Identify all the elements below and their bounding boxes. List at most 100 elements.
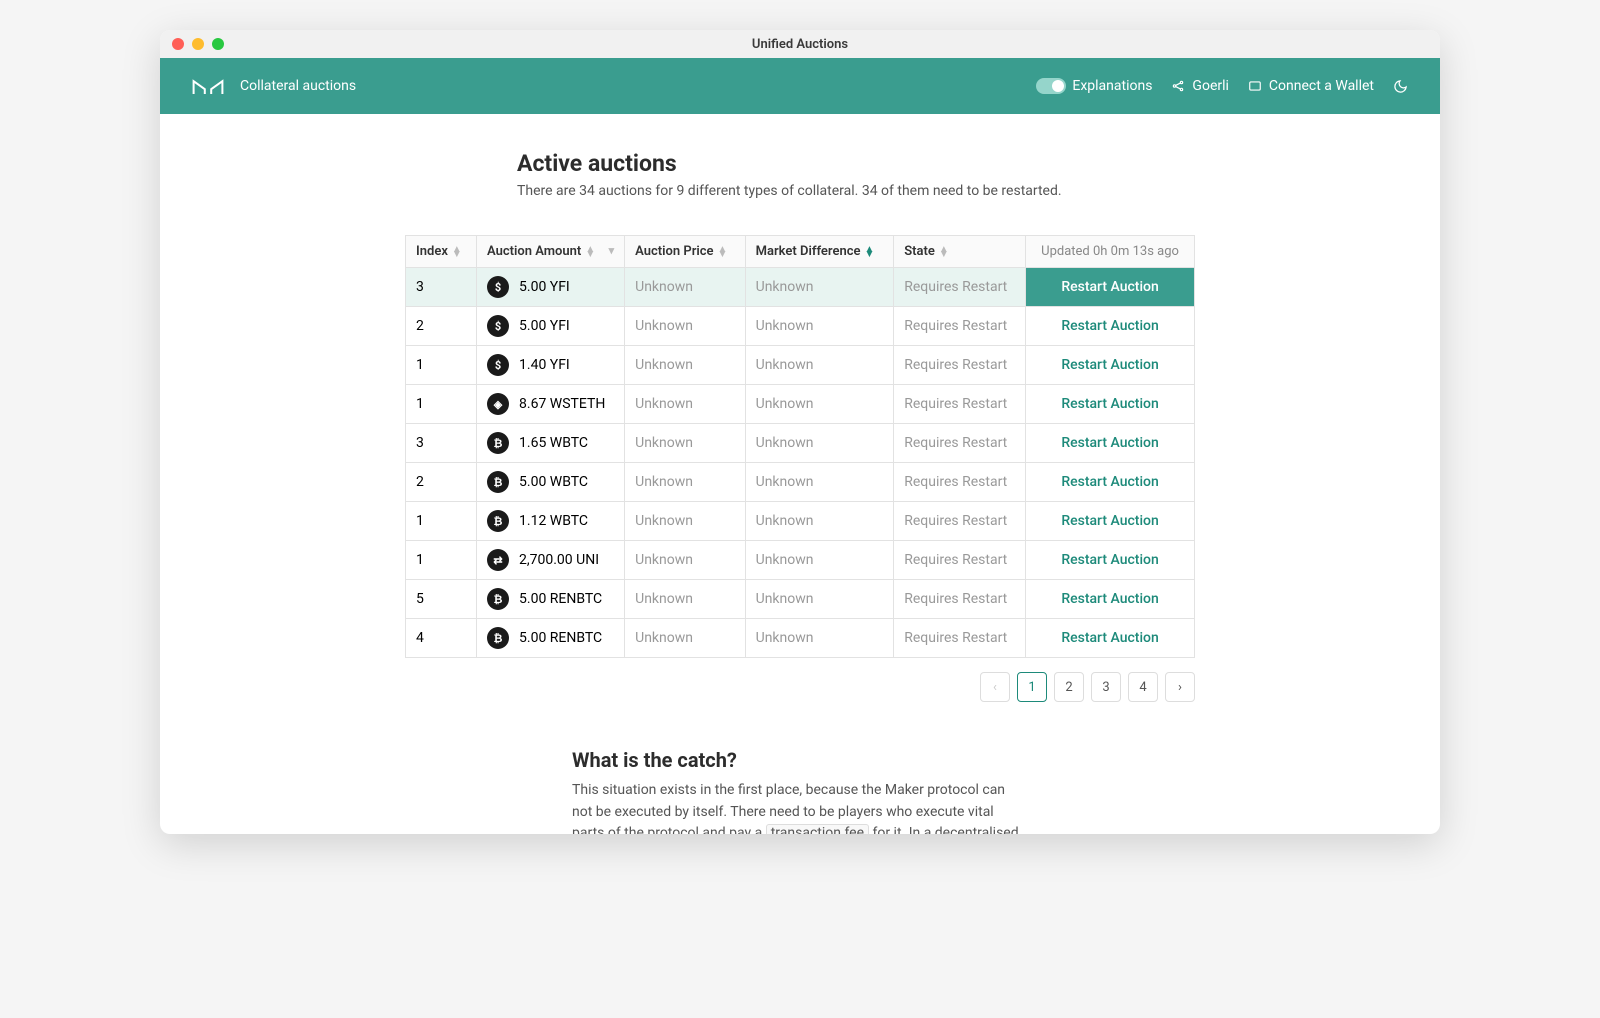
col-index[interactable]: Index▲▼: [406, 236, 477, 268]
restart-auction-button[interactable]: Restart Auction: [1061, 552, 1158, 568]
cell-amount: $ 5.00 YFI: [477, 307, 625, 346]
cell-amount: ₿ 5.00 WBTC: [477, 463, 625, 502]
table-row[interactable]: 1 ₿ 1.12 WBTC Unknown Unknown Requires R…: [406, 502, 1195, 541]
catch-title: What is the catch?: [572, 748, 1028, 772]
cell-amount: ₿ 1.65 WBTC: [477, 424, 625, 463]
table-row[interactable]: 2 ₿ 5.00 WBTC Unknown Unknown Requires R…: [406, 463, 1195, 502]
cell-index: 1: [406, 385, 477, 424]
sort-icon: ▲▼: [718, 247, 728, 257]
restart-auction-button[interactable]: Restart Auction: [1061, 318, 1158, 334]
sort-icon: ▲▼: [452, 247, 462, 257]
auctions-table: Index▲▼ Auction Amount▲▼▾ Auction Price▲…: [405, 235, 1195, 658]
amount-text: 1.12 WBTC: [519, 513, 588, 529]
col-state[interactable]: State▲▼: [894, 236, 1026, 268]
coin-icon: ₿: [487, 588, 509, 610]
cell-state: Requires Restart: [894, 580, 1026, 619]
amount-text: 5.00 RENBTC: [519, 591, 602, 607]
cell-action: Restart Auction: [1026, 502, 1195, 541]
cell-amount: ₿ 1.12 WBTC: [477, 502, 625, 541]
cell-price: Unknown: [625, 385, 745, 424]
restart-auction-button[interactable]: Restart Auction: [1061, 513, 1158, 529]
coin-icon: ₿: [487, 627, 509, 649]
restart-auction-button[interactable]: Restart Auction: [1061, 435, 1158, 451]
cell-amount: ◈ 8.67 WSTETH: [477, 385, 625, 424]
col-amount[interactable]: Auction Amount▲▼▾: [477, 236, 625, 268]
cell-diff: Unknown: [745, 541, 894, 580]
transaction-fee-chip[interactable]: transaction fee: [766, 824, 869, 834]
page-1[interactable]: 1: [1017, 672, 1047, 702]
cell-diff: Unknown: [745, 463, 894, 502]
active-auctions-subtitle: There are 34 auctions for 9 different ty…: [517, 183, 1195, 199]
cell-price: Unknown: [625, 463, 745, 502]
table-row[interactable]: 1 ⇄ 2,700.00 UNI Unknown Unknown Require…: [406, 541, 1195, 580]
restart-auction-button[interactable]: Restart Auction: [1061, 630, 1158, 646]
cell-price: Unknown: [625, 502, 745, 541]
pagination: ‹ 1234 ›: [405, 672, 1195, 702]
coin-icon: ₿: [487, 471, 509, 493]
active-auctions-title: Active auctions: [517, 150, 1195, 177]
restart-auction-button[interactable]: Restart Auction: [1061, 279, 1158, 295]
amount-text: 1.65 WBTC: [519, 435, 588, 451]
restart-auction-button[interactable]: Restart Auction: [1061, 396, 1158, 412]
cell-amount: ₿ 5.00 RENBTC: [477, 619, 625, 658]
table-row[interactable]: 1 ◈ 8.67 WSTETH Unknown Unknown Requires…: [406, 385, 1195, 424]
cell-diff: Unknown: [745, 619, 894, 658]
wallet-icon: [1247, 78, 1263, 94]
page-next[interactable]: ›: [1165, 672, 1195, 702]
col-price[interactable]: Auction Price▲▼: [625, 236, 745, 268]
cell-state: Requires Restart: [894, 463, 1026, 502]
catch-text: This situation exists in the first place…: [572, 780, 1028, 834]
table-row[interactable]: 3 ₿ 1.65 WBTC Unknown Unknown Requires R…: [406, 424, 1195, 463]
cell-index: 3: [406, 424, 477, 463]
cell-price: Unknown: [625, 268, 745, 307]
cell-amount: $ 5.00 YFI: [477, 268, 625, 307]
cell-diff: Unknown: [745, 580, 894, 619]
restart-auction-button[interactable]: Restart Auction: [1061, 474, 1158, 490]
cell-state: Requires Restart: [894, 541, 1026, 580]
titlebar: Unified Auctions: [160, 30, 1440, 58]
page-prev[interactable]: ‹: [980, 672, 1010, 702]
table-row[interactable]: 1 $ 1.40 YFI Unknown Unknown Requires Re…: [406, 346, 1195, 385]
cell-price: Unknown: [625, 307, 745, 346]
cell-index: 2: [406, 307, 477, 346]
table-row[interactable]: 2 $ 5.00 YFI Unknown Unknown Requires Re…: [406, 307, 1195, 346]
amount-text: 8.67 WSTETH: [519, 396, 605, 412]
cell-action: Restart Auction: [1026, 463, 1195, 502]
cell-index: 1: [406, 346, 477, 385]
explanations-toggle[interactable]: Explanations: [1036, 78, 1152, 94]
cell-action: Restart Auction: [1026, 307, 1195, 346]
nav-collateral-auctions[interactable]: Collateral auctions: [240, 78, 356, 94]
cell-amount: $ 1.40 YFI: [477, 346, 625, 385]
moon-icon: [1392, 78, 1408, 94]
coin-icon: $: [487, 315, 509, 337]
page-4[interactable]: 4: [1128, 672, 1158, 702]
cell-amount: ⇄ 2,700.00 UNI: [477, 541, 625, 580]
amount-text: 1.40 YFI: [519, 357, 570, 373]
amount-text: 2,700.00 UNI: [519, 552, 599, 568]
cell-diff: Unknown: [745, 502, 894, 541]
page-2[interactable]: 2: [1054, 672, 1084, 702]
network-selector[interactable]: Goerli: [1170, 78, 1229, 94]
cell-diff: Unknown: [745, 385, 894, 424]
theme-toggle[interactable]: [1392, 78, 1408, 94]
maker-logo-icon[interactable]: [192, 76, 224, 96]
cell-price: Unknown: [625, 346, 745, 385]
table-row[interactable]: 4 ₿ 5.00 RENBTC Unknown Unknown Requires…: [406, 619, 1195, 658]
connect-wallet-button[interactable]: Connect a Wallet: [1247, 78, 1374, 94]
page-3[interactable]: 3: [1091, 672, 1121, 702]
connect-wallet-label: Connect a Wallet: [1269, 78, 1374, 94]
table-row[interactable]: 3 $ 5.00 YFI Unknown Unknown Requires Re…: [406, 268, 1195, 307]
table-row[interactable]: 5 ₿ 5.00 RENBTC Unknown Unknown Requires…: [406, 580, 1195, 619]
catch-section: What is the catch? This situation exists…: [460, 748, 1140, 834]
explanations-label: Explanations: [1072, 78, 1152, 94]
toggle-icon: [1036, 78, 1066, 94]
cell-index: 1: [406, 502, 477, 541]
restart-auction-button[interactable]: Restart Auction: [1061, 357, 1158, 373]
coin-icon: ₿: [487, 510, 509, 532]
cell-action: Restart Auction: [1026, 424, 1195, 463]
filter-icon[interactable]: ▾: [609, 244, 615, 257]
coin-icon: ◈: [487, 393, 509, 415]
restart-auction-button[interactable]: Restart Auction: [1061, 591, 1158, 607]
col-diff[interactable]: Market Difference▲▼: [745, 236, 894, 268]
amount-text: 5.00 RENBTC: [519, 630, 602, 646]
